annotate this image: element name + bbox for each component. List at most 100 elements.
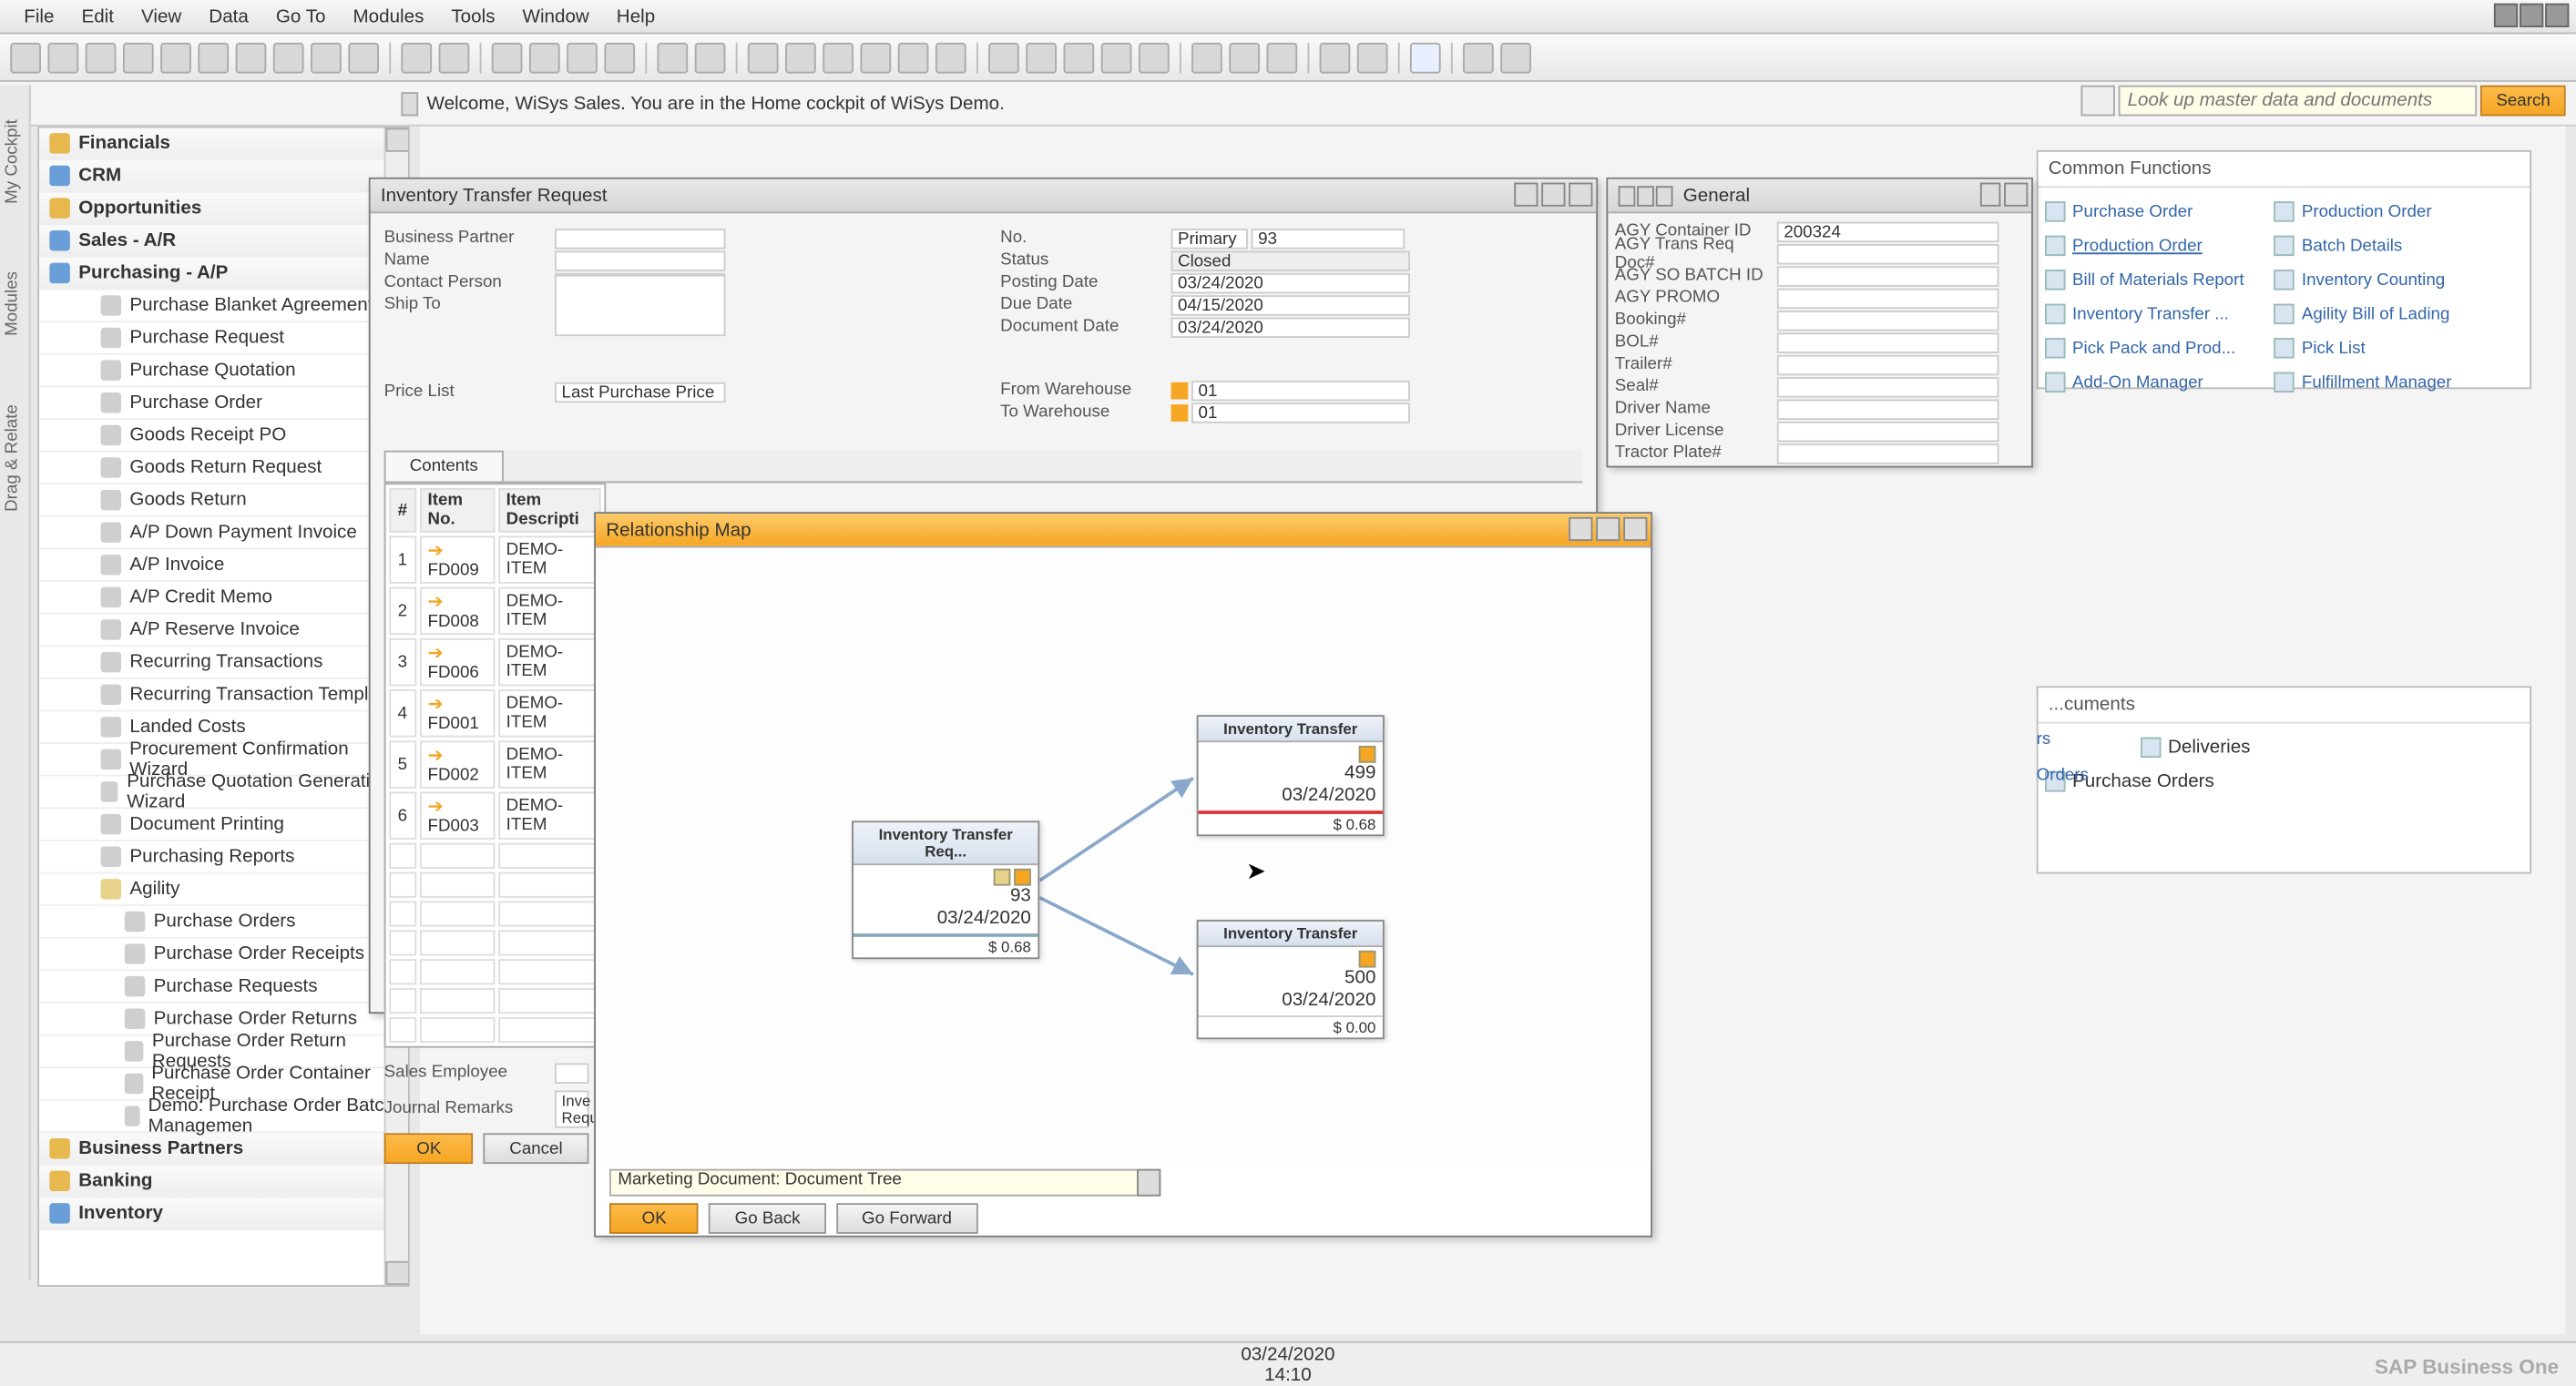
nav-banking[interactable]: Banking [39,1166,408,1198]
ok-button[interactable]: OK [384,1133,474,1164]
tool-payment-means-icon[interactable] [860,42,891,73]
tool-export-word-icon[interactable] [236,42,267,73]
gen-dropdown-icon[interactable] [1980,183,2000,207]
menu-data[interactable]: Data [195,6,262,26]
nav-opportunities[interactable]: Opportunities [39,193,408,226]
table-row[interactable]: 1➔ FD009DEMO-ITEM [389,535,600,583]
side-tab-cockpit[interactable]: My Cockpit [0,86,26,239]
tool-help-icon[interactable] [1410,42,1441,73]
nav-sub-goods-return-request[interactable]: Goods Return Request [39,453,408,485]
field-posting[interactable]: 03/24/2020 [1171,272,1410,292]
tool-print-icon[interactable] [47,42,78,73]
gen-field[interactable]: 200324 [1777,221,1999,241]
collapse-nav-icon[interactable] [401,92,418,116]
field-fromw[interactable]: 01 [1191,380,1410,400]
tool-activity-icon[interactable] [1101,42,1132,73]
itr-min-icon[interactable] [1514,183,1538,207]
field-tow[interactable]: 01 [1191,402,1410,422]
tool-query-icon[interactable] [1463,42,1494,73]
cf-item[interactable]: Fulfillment Manager [2274,365,2504,399]
tool-base-doc-icon[interactable] [748,42,779,73]
tool-lock-icon[interactable] [348,42,379,73]
cf-item[interactable]: Production Order [2274,195,2504,229]
link-arrow-icon[interactable] [1171,382,1189,399]
gen-field[interactable] [1777,443,1999,463]
nav-inventory[interactable]: Inventory [39,1198,408,1231]
tool-layout-icon[interactable] [988,42,1019,73]
rel-ok-button[interactable]: OK [609,1203,699,1234]
table-row[interactable]: 4➔ FD001DEMO-ITEM [389,689,600,737]
nav-sub-purchase-order[interactable]: Purchase Order [39,387,408,420]
nav-business-partners[interactable]: Business Partners [39,1133,408,1166]
tool-find-icon[interactable] [401,42,432,73]
maximize-icon[interactable] [2520,4,2543,27]
tool-add-icon[interactable] [439,42,470,73]
field-no-value[interactable]: 93 [1252,228,1406,248]
nav-sub2-purchase-requests[interactable]: Purchase Requests [39,971,408,1004]
go-forward-button[interactable]: Go Forward [836,1203,977,1234]
tool-calendar-icon[interactable] [1191,42,1222,73]
nav-prev-icon[interactable] [1637,185,1654,205]
search-input[interactable] [2119,86,2478,117]
tool-sort-icon[interactable] [695,42,726,73]
link-arrow-icon[interactable] [1171,403,1189,421]
nav-sub-document-printing[interactable]: Document Printing [39,809,408,841]
tool-form-settings-icon[interactable] [1026,42,1057,73]
cf-item[interactable]: Inventory Counting [2274,263,2504,297]
nav-purchasing-a-p[interactable]: Purchasing - A/P [39,258,408,290]
menu-modules[interactable]: Modules [339,6,437,26]
gen-field[interactable] [1777,354,1999,374]
nav-financials[interactable]: Financials [39,128,408,161]
cf-item[interactable]: Purchase Order [2045,195,2274,229]
tool-gross-profit-icon[interactable] [823,42,854,73]
cancel-button[interactable]: Cancel [484,1133,588,1164]
node-inventory-transfer-2[interactable]: Inventory Transfer 500 03/24/2020 $ 0.00 [1197,920,1385,1039]
menu-goto[interactable]: Go To [262,6,340,26]
search-button[interactable]: Search [2481,86,2566,117]
nav-sub-goods-return[interactable]: Goods Return [39,484,408,517]
minimize-icon[interactable] [2494,4,2518,27]
field-shipto[interactable] [555,274,725,335]
tool-preview-icon[interactable] [10,42,41,73]
menu-window[interactable]: Window [509,6,603,26]
side-tab-modules[interactable]: Modules [0,238,26,371]
gen-close-icon[interactable] [2004,183,2028,207]
tool-export-pdf-icon[interactable] [273,42,304,73]
field-salesemp[interactable] [555,1063,588,1083]
doc-tree-combo[interactable]: Marketing Document: Document Tree [609,1169,1139,1197]
cf-item[interactable]: Pick List [2274,331,2504,365]
tab-contents[interactable]: Contents [384,451,504,482]
tool-udf-icon[interactable] [1229,42,1260,73]
nav-next-icon[interactable] [1656,185,1673,205]
nav-sub-purchasing-reports[interactable]: Purchasing Reports [39,841,408,874]
tool-messages-icon[interactable] [1139,42,1170,73]
field-name[interactable] [555,250,725,270]
nav-sub-purchase-quotation-generation-wizard[interactable]: Purchase Quotation Generation Wizard [39,777,408,810]
tool-launch-app-icon[interactable] [311,42,342,73]
rel-canvas[interactable]: Inventory Transfer Req... 93 03/24/2020 … [596,548,1651,1163]
nav-first-icon[interactable] [1619,185,1636,205]
tool-next-record-icon[interactable] [567,42,598,73]
tool-workbench-icon[interactable] [1500,42,1531,73]
tool-email-icon[interactable] [86,42,117,73]
side-tab-drag-relate[interactable]: Drag & Relate [0,371,26,546]
nav-crm[interactable]: CRM [39,160,408,193]
node-inventory-transfer-request[interactable]: Inventory Transfer Req... 93 03/24/2020 … [852,820,1039,959]
rel-close-icon[interactable] [1623,517,1647,541]
cf-item[interactable]: Production Order [2045,229,2274,262]
cf-item[interactable]: Add-On Manager [2045,365,2274,399]
field-no-series[interactable]: Primary [1171,228,1248,248]
tool-users-icon[interactable] [1357,42,1388,73]
field-bp[interactable] [555,228,725,248]
tool-translate-icon[interactable] [1064,42,1095,73]
items-grid[interactable]: #Item No.Item Descripti 1➔ FD009DEMO-ITE… [384,483,607,1047]
tool-udt-icon[interactable] [1267,42,1298,73]
menu-view[interactable]: View [128,6,195,26]
combo-dropdown-icon[interactable] [1137,1169,1160,1197]
nav-sub-a-p-invoice[interactable]: A/P Invoice [39,549,408,582]
tool-export-excel-icon[interactable] [198,42,229,73]
table-row[interactable]: 3➔ FD006DEMO-ITEM [389,638,600,686]
cf-item[interactable]: Inventory Transfer ... [2045,297,2274,331]
itr-titlebar[interactable]: Inventory Transfer Request [371,179,1597,213]
nav-sub-purchase-blanket-agreement[interactable]: Purchase Blanket Agreement [39,290,408,323]
